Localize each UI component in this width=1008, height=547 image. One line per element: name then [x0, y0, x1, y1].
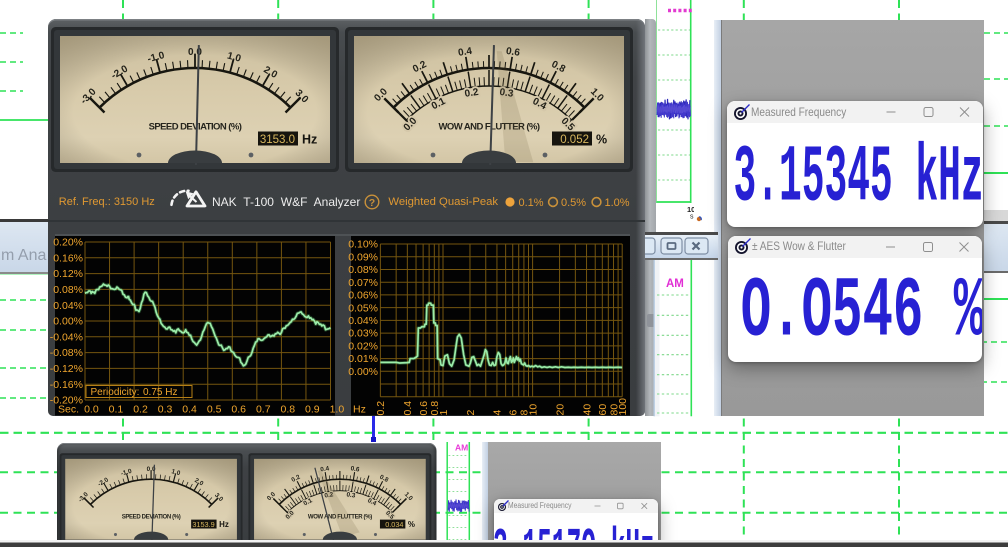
- svg-text:Hz: Hz: [302, 132, 317, 146]
- svg-text:0.4: 0.4: [402, 401, 414, 416]
- svg-text:0.0: 0.0: [84, 404, 99, 416]
- svg-text:0.4: 0.4: [457, 46, 473, 59]
- svg-text:%: %: [408, 520, 415, 529]
- svg-text:0.1: 0.1: [109, 404, 124, 416]
- svg-text:3153.9: 3153.9: [192, 519, 214, 528]
- svg-text:0.07%: 0.07%: [348, 277, 378, 289]
- svg-text:0.052: 0.052: [560, 134, 589, 146]
- svg-text:0.12%: 0.12%: [53, 268, 83, 280]
- svg-text:s: s: [690, 214, 694, 221]
- svg-text:%: %: [596, 132, 607, 146]
- svg-text:1.0%: 1.0%: [605, 197, 630, 209]
- svg-text:0.20%: 0.20%: [53, 237, 83, 249]
- svg-text:0.5: 0.5: [207, 404, 222, 416]
- svg-text:0.02%: 0.02%: [348, 340, 378, 352]
- svg-text:0.5%: 0.5%: [561, 197, 586, 209]
- svg-text:0.0: 0.0: [188, 47, 202, 58]
- svg-text:0.6: 0.6: [505, 46, 521, 59]
- svg-text:-0.16%: -0.16%: [50, 379, 83, 391]
- svg-text:WOW AND FLUTTER (%): WOW AND FLUTTER (%): [438, 122, 539, 133]
- svg-text:0.08%: 0.08%: [53, 284, 83, 296]
- svg-text:0.2: 0.2: [464, 87, 480, 100]
- svg-text:0.75 Hz: 0.75 Hz: [143, 387, 177, 398]
- svg-text:Hz: Hz: [219, 520, 229, 529]
- svg-text:0.6: 0.6: [350, 465, 360, 473]
- svg-text:-0.04%: -0.04%: [50, 331, 83, 343]
- svg-text:0.00%: 0.00%: [53, 316, 83, 328]
- svg-text:0.1%: 0.1%: [519, 197, 544, 209]
- svg-text:60: 60: [597, 404, 609, 416]
- svg-text:0.7: 0.7: [256, 404, 271, 416]
- svg-text:0.05%: 0.05%: [348, 302, 378, 314]
- svg-text:0.3: 0.3: [158, 404, 173, 416]
- svg-text:0.04%: 0.04%: [53, 300, 83, 312]
- svg-text:10: 10: [527, 404, 539, 416]
- svg-text:0.08%: 0.08%: [348, 264, 378, 276]
- svg-text:0.2: 0.2: [133, 404, 148, 416]
- svg-text:0.06%: 0.06%: [348, 290, 378, 302]
- svg-text:0.034: 0.034: [385, 519, 403, 528]
- svg-text:Sec.: Sec.: [58, 404, 79, 416]
- svg-text:0.00%: 0.00%: [348, 366, 378, 378]
- svg-text:20: 20: [554, 404, 566, 416]
- svg-text:100: 100: [617, 398, 629, 416]
- svg-text:40: 40: [581, 404, 593, 416]
- svg-text:Hz: Hz: [353, 404, 366, 416]
- svg-text:SPEED DEVIATION (%): SPEED DEVIATION (%): [149, 122, 242, 133]
- svg-text:0.6: 0.6: [231, 404, 246, 416]
- svg-text:0.3: 0.3: [346, 491, 356, 499]
- svg-text:0.6: 0.6: [418, 401, 430, 416]
- svg-text:AM: AM: [455, 442, 468, 452]
- svg-text:Periodicity:: Periodicity:: [91, 387, 140, 398]
- svg-text:3153.0: 3153.0: [260, 134, 295, 146]
- svg-text:1.0: 1.0: [330, 404, 345, 416]
- svg-text:6: 6: [508, 410, 520, 416]
- svg-text:SPEED DEVIATION (%): SPEED DEVIATION (%): [122, 514, 181, 520]
- svg-text:0.01%: 0.01%: [348, 353, 378, 365]
- svg-text:0.4: 0.4: [182, 404, 197, 416]
- svg-text:2: 2: [465, 410, 477, 416]
- svg-text:AM: AM: [666, 278, 684, 290]
- svg-text:?: ?: [369, 197, 375, 209]
- svg-text:-0.12%: -0.12%: [50, 363, 83, 375]
- svg-text:0.09%: 0.09%: [348, 251, 378, 263]
- svg-text:0.03%: 0.03%: [348, 328, 378, 340]
- svg-text:-0.08%: -0.08%: [50, 347, 83, 359]
- svg-text:0.2: 0.2: [375, 401, 387, 416]
- svg-text:0.8: 0.8: [280, 404, 295, 416]
- svg-text:0.10%: 0.10%: [348, 239, 378, 251]
- svg-text:0.9: 0.9: [305, 404, 320, 416]
- svg-text:0.04%: 0.04%: [348, 315, 378, 327]
- svg-text:4: 4: [492, 410, 504, 416]
- svg-text:0.16%: 0.16%: [53, 252, 83, 264]
- svg-text:1: 1: [438, 410, 450, 416]
